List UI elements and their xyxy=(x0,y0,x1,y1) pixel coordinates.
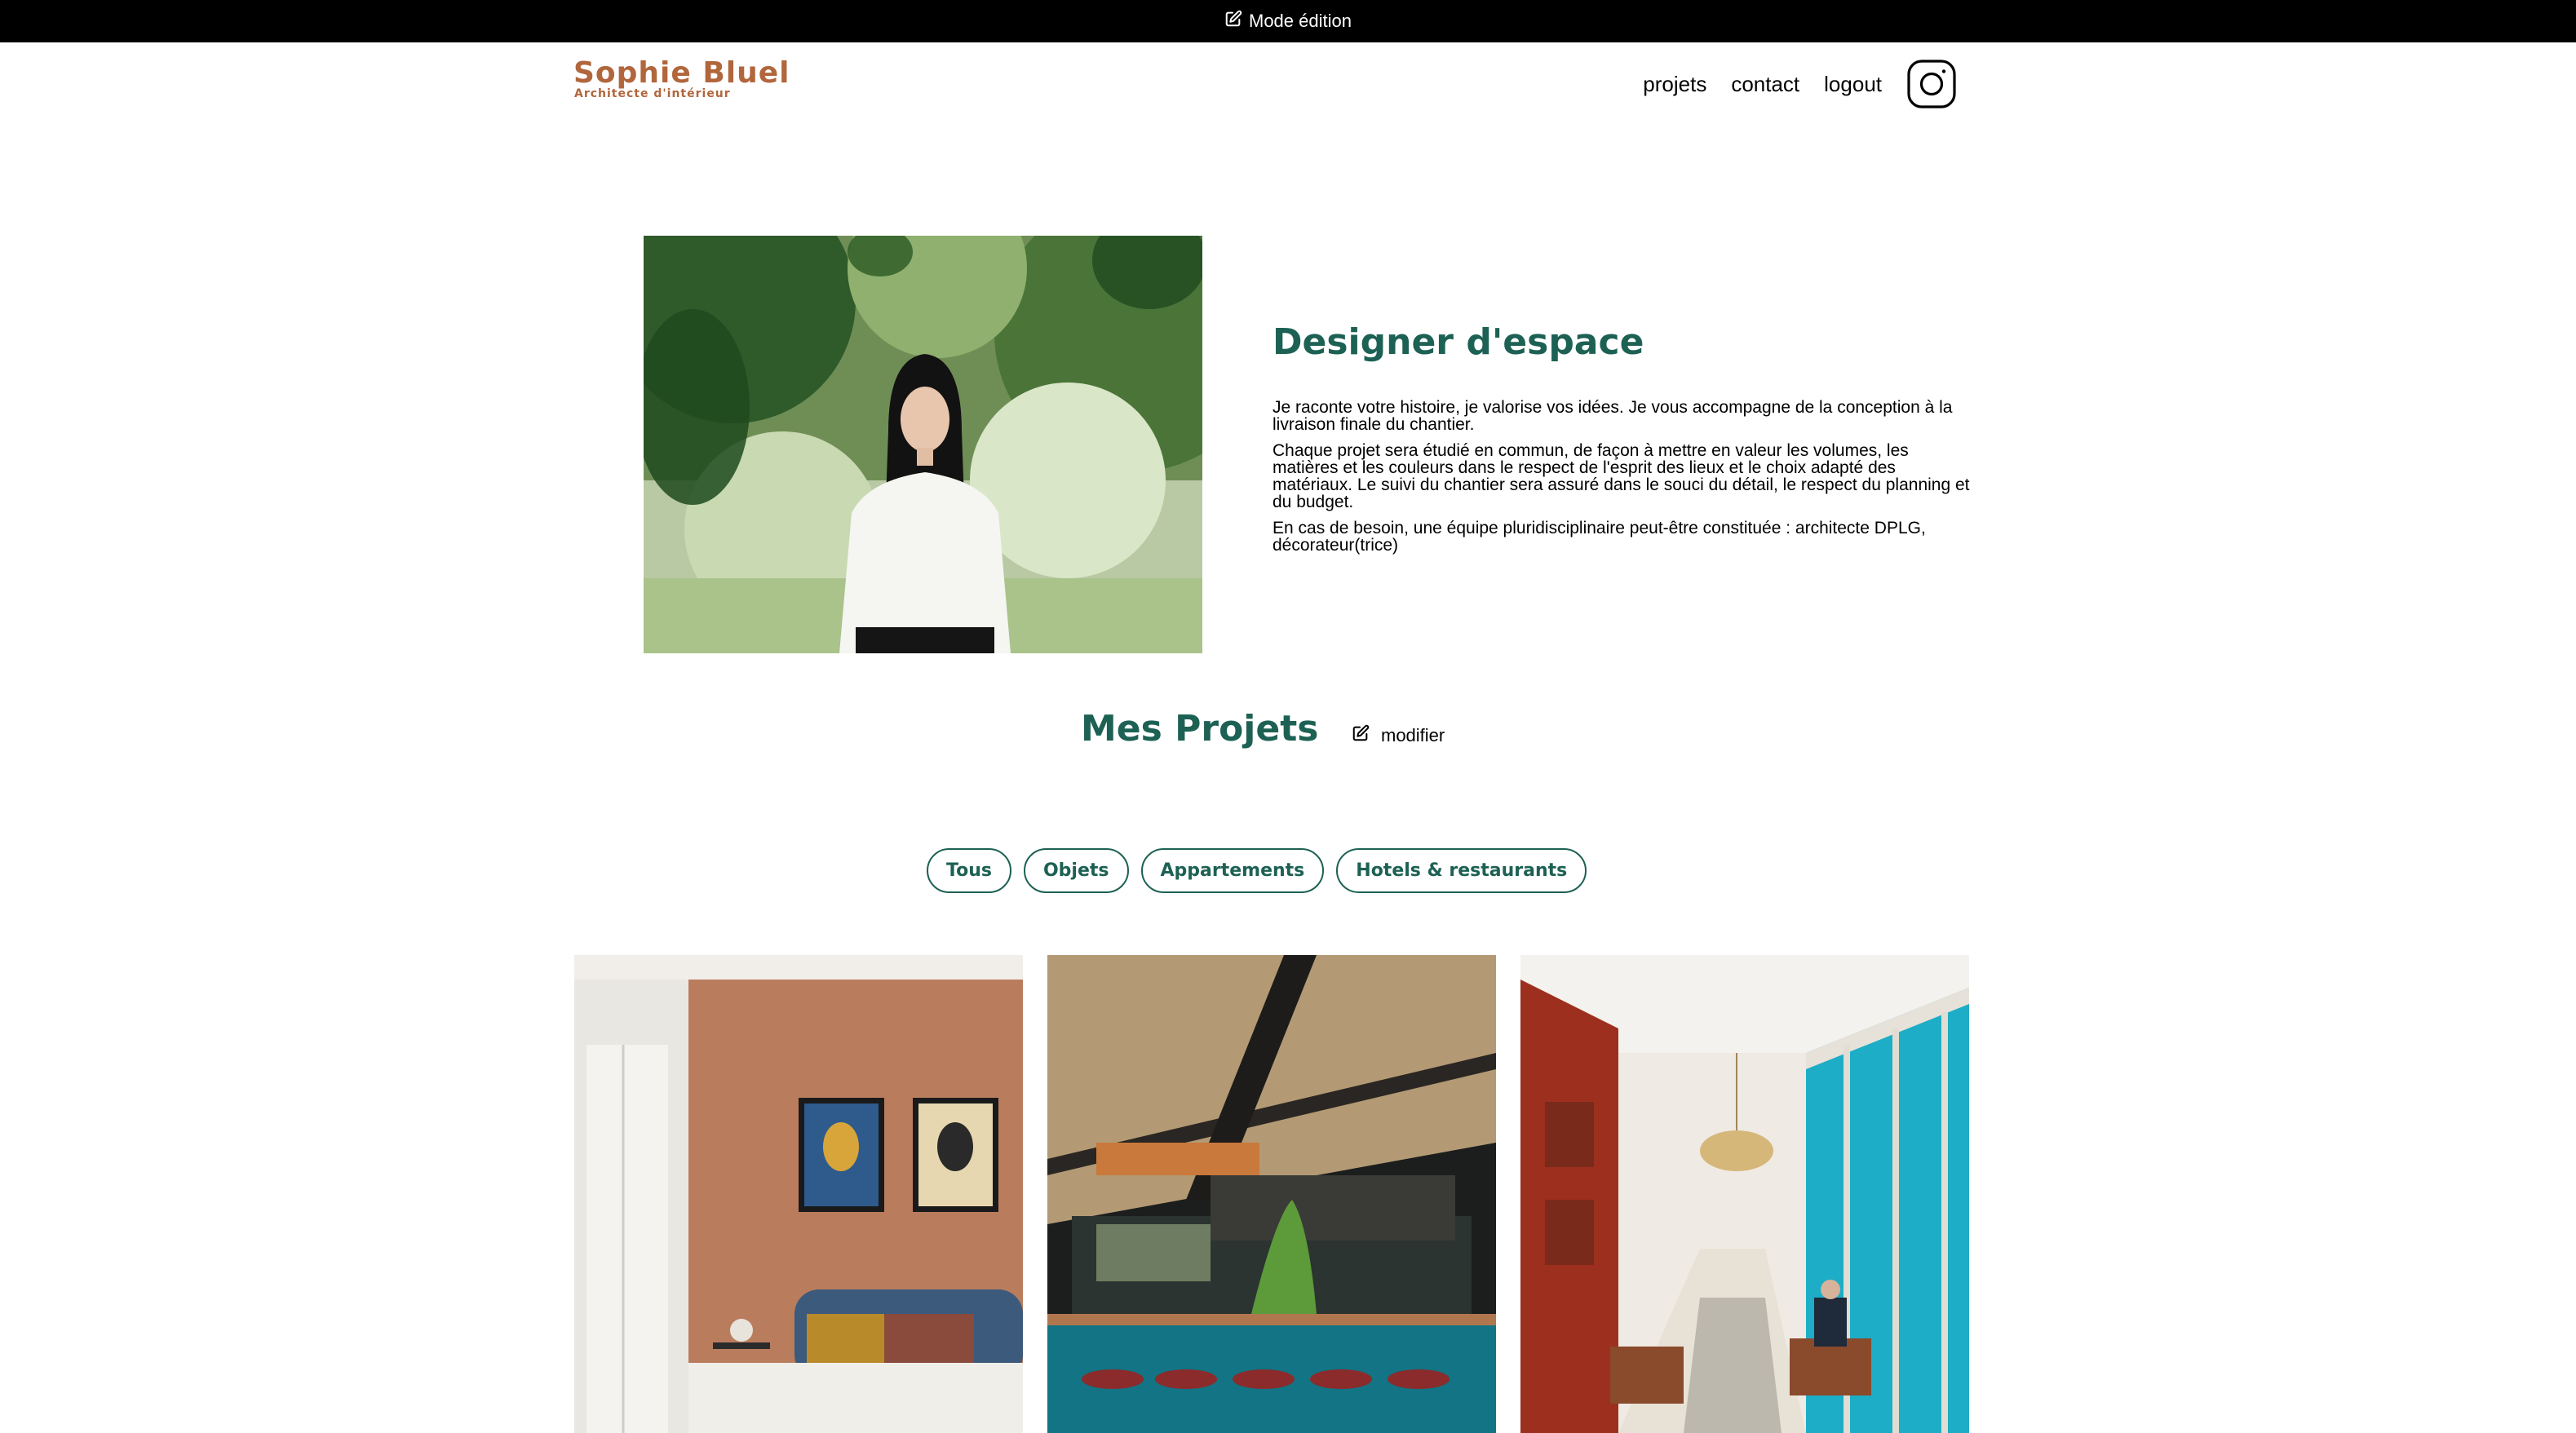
project-image xyxy=(1520,955,1969,1433)
introduction-paragraph: Je raconte votre histoire, je valorise v… xyxy=(1273,398,1953,434)
logo-title: Sophie Bluel xyxy=(573,56,790,90)
nav-contact-link[interactable]: contact xyxy=(1731,72,1799,97)
edit-mode-label: Mode édition xyxy=(1249,11,1352,31)
filter-hotels-restaurants-button[interactable]: Hotels & restaurants xyxy=(1336,848,1587,893)
category-filters: Tous Objets Appartements Hotels & restau… xyxy=(927,848,1587,893)
filter-appartements-button[interactable]: Appartements xyxy=(1140,848,1325,893)
edit-projects-button[interactable]: modifier xyxy=(1352,724,1445,747)
projects-title: Mes Projets xyxy=(1081,708,1319,750)
introduction-paragraph: Chaque projet sera étudié en commun, de … xyxy=(1273,441,1970,511)
pen-square-icon xyxy=(1352,724,1370,747)
introduction-text: Je raconte votre histoire, je valorise v… xyxy=(1273,399,1974,563)
filter-tous-button[interactable]: Tous xyxy=(927,848,1011,893)
project-image xyxy=(1047,955,1496,1433)
project-image xyxy=(574,955,1023,1433)
main-nav: projets contact logout xyxy=(1643,59,1957,109)
pen-square-icon xyxy=(1224,10,1242,33)
filter-objets-button[interactable]: Objets xyxy=(1023,848,1129,893)
instagram-icon[interactable] xyxy=(1906,59,1957,109)
introduction-paragraph: En cas de besoin, une équipe pluridiscip… xyxy=(1273,519,1926,555)
logo-subtitle: Architecte d'intérieur xyxy=(574,87,731,100)
edit-mode-bar: Mode édition xyxy=(0,0,2576,42)
introduction-title: Designer d'espace xyxy=(1273,321,1644,363)
nav-logout-link[interactable]: logout xyxy=(1824,72,1882,97)
edit-projects-label: modifier xyxy=(1381,725,1445,745)
project-gallery xyxy=(574,955,1969,1433)
portrait-photo xyxy=(644,236,1202,653)
nav-projets-link[interactable]: projets xyxy=(1643,72,1706,97)
